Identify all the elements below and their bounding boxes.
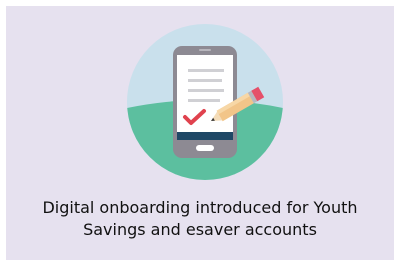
phone-icon [173,46,237,158]
news-headline[interactable]: Digital onboarding introduced for Youth … [6,197,394,241]
headline-line-1: Digital onboarding introduced for Youth [42,198,358,217]
headline-line-2: Savings and esaver accounts [83,220,317,239]
news-card[interactable]: Digital onboarding introduced for Youth … [6,6,394,260]
digital-onboarding-illustration [127,24,283,180]
